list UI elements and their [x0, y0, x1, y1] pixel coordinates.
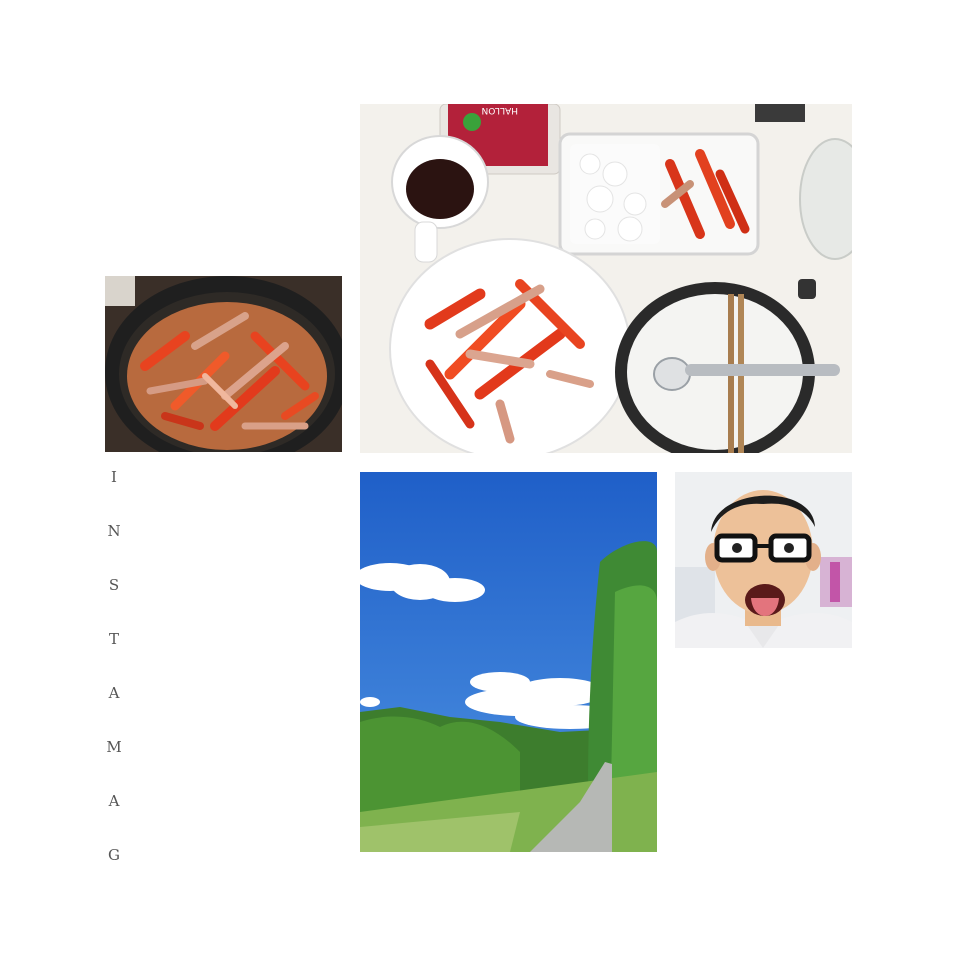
watermark-letter: S: [108, 576, 120, 594]
vertical-watermark: I N S T A M A G: [103, 470, 125, 902]
watermark-letter: N: [107, 522, 121, 540]
watermark-letter: G: [108, 846, 120, 864]
photo-frying-pan: [105, 276, 342, 452]
watermark-letter: I: [111, 468, 117, 486]
photo-sky-landscape: [360, 472, 657, 852]
watermark-letter: T: [108, 630, 119, 648]
package-label: HALLON: [482, 105, 518, 115]
watermark-letter: M: [106, 738, 122, 756]
photo-selfie: [675, 472, 852, 648]
watermark-letter: A: [108, 792, 120, 810]
photo-dinner-table: HALLON: [360, 104, 852, 453]
watermark-letter: A: [108, 684, 120, 702]
